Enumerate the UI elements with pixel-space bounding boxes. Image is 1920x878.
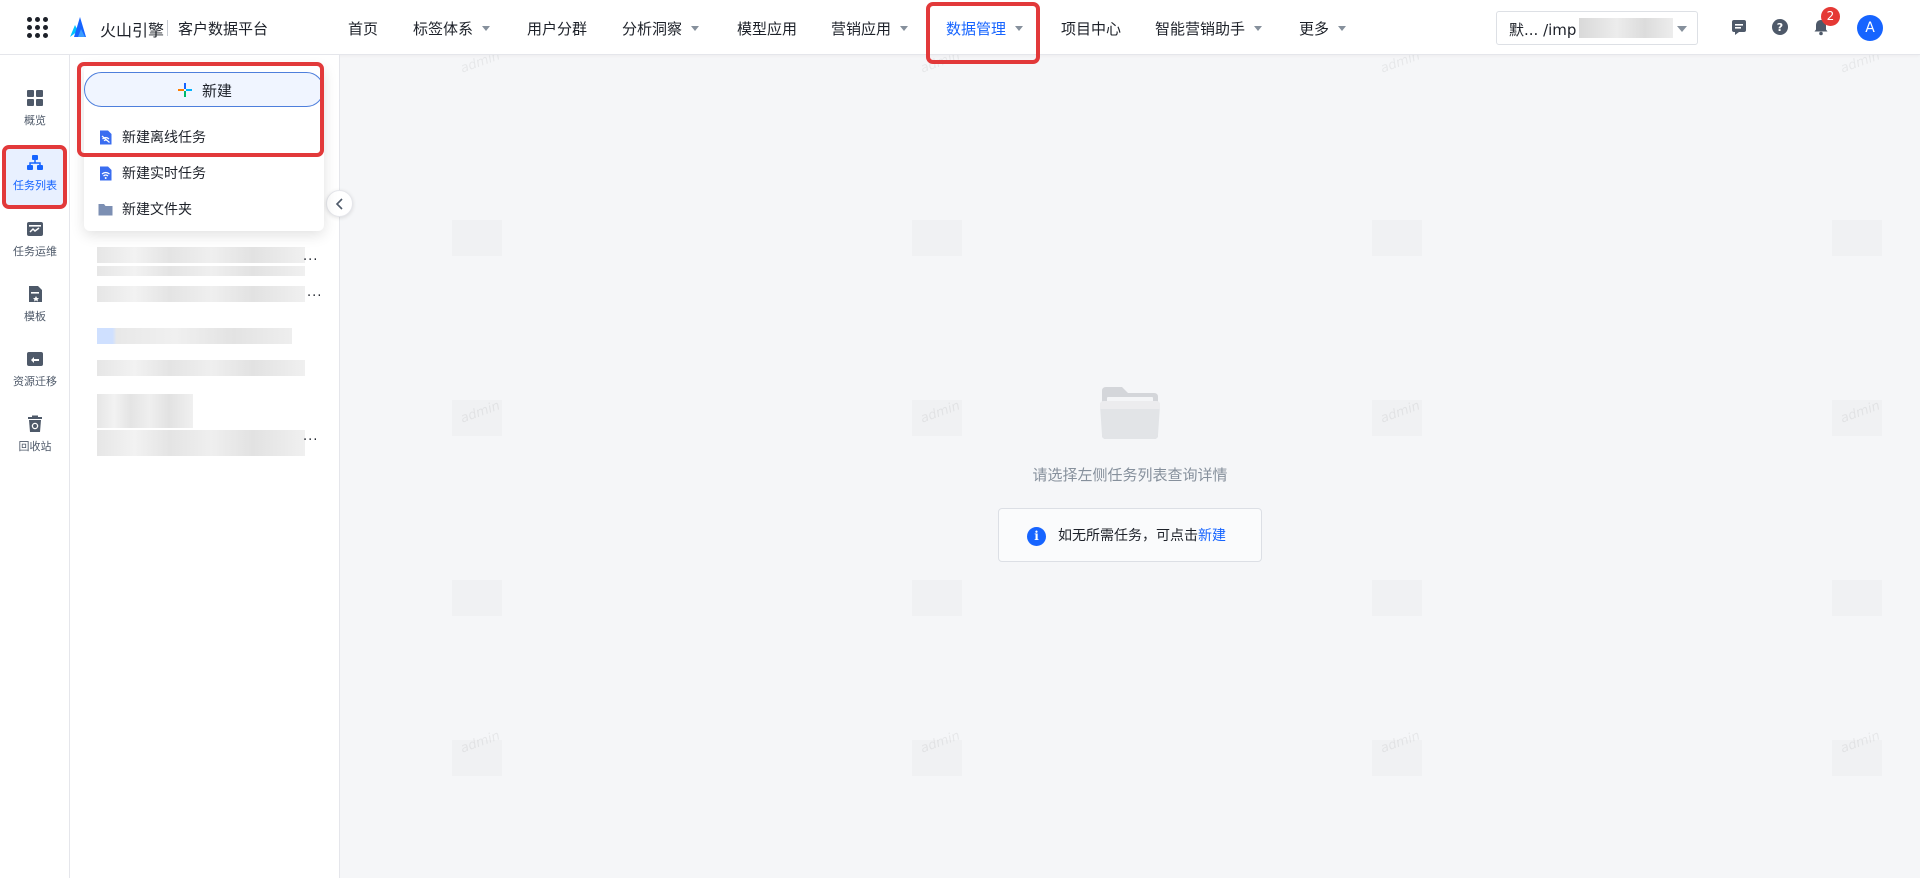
watermark-mark <box>1832 220 1882 256</box>
watermark-text: admin <box>918 728 963 757</box>
watermark-mark <box>912 220 962 256</box>
menu-item-new-folder[interactable]: 新建文件夹 <box>98 199 192 219</box>
menu-item-label: 新建文件夹 <box>122 202 192 218</box>
watermark-mark <box>452 220 502 256</box>
volcengine-logo-icon <box>70 17 86 37</box>
sidebar-item-label: 概览 <box>24 114 46 127</box>
active-nav-highlight <box>926 2 1040 64</box>
watermark-mark <box>1832 400 1882 436</box>
watermark-text: admin <box>458 728 503 757</box>
chevron-down-icon <box>1677 26 1687 32</box>
dashboard-icon <box>27 90 43 106</box>
brand-divider <box>167 20 168 36</box>
watermark-text: admin <box>1378 728 1423 757</box>
task-tree-item[interactable] <box>97 247 305 263</box>
create-new-link[interactable]: 新建 <box>1198 528 1226 544</box>
nav-model-apps[interactable]: 模型应用 <box>737 18 797 39</box>
chevron-down-icon <box>482 26 491 31</box>
task-tree-item[interactable] <box>97 430 305 446</box>
sidebar-item-task-list[interactable]: 任务列表 <box>0 154 70 193</box>
sidebar-item-task-ops[interactable]: 任务运维 <box>0 220 70 259</box>
project-select[interactable]: 默... /imp <box>1496 11 1698 45</box>
nav-project-center[interactable]: 项目中心 <box>1061 18 1121 39</box>
watermark-mark <box>452 740 502 776</box>
sidebar-item-recycle-bin[interactable]: 回收站 <box>0 415 70 454</box>
watermark-mark <box>1372 580 1422 616</box>
task-tree-item[interactable] <box>97 446 305 456</box>
menu-item-new-realtime-task[interactable]: 新建实时任务 <box>98 163 206 183</box>
message-icon[interactable] <box>1730 18 1748 36</box>
tip-text: 如无所需任务，可点击新建 <box>1058 528 1226 544</box>
watermark-mark <box>1832 580 1882 616</box>
app-grid-icon[interactable] <box>27 17 48 38</box>
sidebar-item-resource-migration[interactable]: 资源迁移 <box>0 350 70 389</box>
chevron-down-icon <box>900 26 909 31</box>
task-ops-icon <box>27 222 43 236</box>
collapse-panel-button[interactable] <box>326 190 353 217</box>
resource-migration-icon <box>27 352 43 366</box>
brand-name: 火山引擎 <box>100 21 165 40</box>
chevron-left-icon <box>335 198 343 210</box>
top-navigation-bar: 火山引擎 客户数据平台 首页 标签体系 用户分群 分析洞察 模型应用 营销应用 … <box>0 0 1920 64</box>
product-name: 客户数据平台 <box>178 20 269 38</box>
watermark-mark <box>452 400 502 436</box>
task-tree-item[interactable] <box>97 266 305 276</box>
project-select-value: 默... /imp <box>1509 21 1577 39</box>
watermark-mark <box>912 400 962 436</box>
empty-state-tip: i 如无所需任务，可点击新建 <box>998 508 1262 562</box>
folder-icon <box>98 203 113 215</box>
empty-state-message: 请选择左侧任务列表查询详情 <box>1032 466 1228 484</box>
chevron-down-icon <box>1254 26 1263 31</box>
nav-smart-marketing-assistant[interactable]: 智能营销助手 <box>1155 18 1263 39</box>
sidebar-item-overview[interactable]: 概览 <box>0 89 70 128</box>
nav-user-segments[interactable]: 用户分群 <box>527 18 587 39</box>
watermark-text: admin <box>918 398 963 427</box>
nav-analysis-insights[interactable]: 分析洞察 <box>622 18 700 39</box>
chevron-down-icon <box>1338 26 1347 31</box>
tree-item-ellipsis: ... <box>303 429 319 444</box>
sidebar-item-label: 任务运维 <box>13 245 57 258</box>
recycle-bin-icon <box>28 415 42 432</box>
task-list-icon <box>27 155 43 170</box>
svg-text:?: ? <box>1777 21 1783 34</box>
chevron-down-icon <box>691 26 700 31</box>
watermark-text: admin <box>1378 398 1423 427</box>
watermark-mark <box>1372 400 1422 436</box>
watermark-mark <box>1372 220 1422 256</box>
notification-badge: 2 <box>1821 7 1840 26</box>
sidebar-item-label: 模板 <box>24 310 46 323</box>
nav-more[interactable]: 更多 <box>1299 18 1347 39</box>
nav-tag-system[interactable]: 标签体系 <box>413 18 491 39</box>
task-tree-item[interactable] <box>97 286 305 302</box>
redacted-project-name <box>1579 18 1673 38</box>
task-tree-item[interactable] <box>97 394 193 428</box>
new-menu-highlight <box>77 62 324 157</box>
menu-item-label: 新建实时任务 <box>122 166 206 182</box>
info-icon: i <box>1027 527 1046 546</box>
user-avatar[interactable]: A <box>1857 15 1883 41</box>
sidebar-item-label: 回收站 <box>18 440 52 453</box>
realtime-task-icon <box>100 166 112 180</box>
watermark-mark <box>912 580 962 616</box>
watermark-text: admin <box>458 398 503 427</box>
watermark-text: admin <box>1838 728 1883 757</box>
empty-folder-icon <box>1100 387 1160 439</box>
watermark-mark <box>1372 740 1422 776</box>
watermark-mark <box>912 740 962 776</box>
watermark-text: admin <box>1838 398 1883 427</box>
task-tree-item[interactable] <box>97 328 292 344</box>
tree-item-ellipsis: ... <box>307 285 323 300</box>
task-tree-item[interactable] <box>97 360 305 376</box>
template-icon <box>29 286 42 302</box>
watermark-mark <box>452 580 502 616</box>
sidebar-item-label: 资源迁移 <box>13 375 57 388</box>
watermark-mark <box>1832 740 1882 776</box>
help-icon[interactable]: ? <box>1771 18 1789 36</box>
nav-home[interactable]: 首页 <box>348 18 378 39</box>
tree-item-ellipsis: ... <box>303 249 319 264</box>
nav-marketing-apps[interactable]: 营销应用 <box>831 18 909 39</box>
sidebar-item-label: 任务列表 <box>13 179 57 192</box>
sidebar-item-template[interactable]: 模板 <box>0 285 70 324</box>
